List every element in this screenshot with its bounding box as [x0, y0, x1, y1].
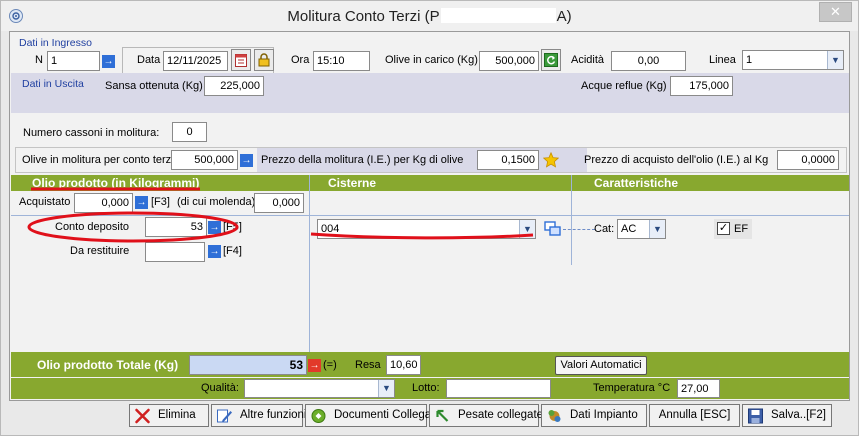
documenti-collegati-label: Documenti Collegati — [334, 409, 437, 421]
salva-button[interactable]: Salva..[F2] — [742, 404, 832, 427]
close-x-icon — [135, 408, 150, 424]
save-icon — [748, 408, 763, 424]
elimina-button[interactable]: Elimina — [129, 404, 209, 427]
window: Molitura Conto Terzi (P A) ✕ Dati in Ingr… — [0, 0, 859, 436]
pesate-collegate-label: Pesate collegate — [458, 409, 544, 421]
plant-icon — [548, 410, 561, 422]
underline-cisterna — [310, 232, 534, 240]
dati-impianto-button[interactable]: Dati Impianto — [541, 404, 647, 427]
altre-funzioni-button[interactable]: Altre funzioni — [211, 404, 307, 427]
elimina-label: Elimina — [158, 409, 196, 421]
documents-icon — [311, 409, 326, 423]
dati-impianto-label: Dati Impianto — [570, 409, 638, 421]
altre-funzioni-label: Altre funzioni — [240, 409, 307, 421]
salva-label: Salva..[F2] — [771, 409, 826, 421]
annulla-label: Annulla [ESC] — [658, 409, 731, 421]
documenti-collegati-button[interactable]: Documenti Collegati — [305, 404, 437, 427]
pesate-collegate-button[interactable]: Pesate collegate — [429, 404, 543, 427]
edit-icon — [217, 409, 232, 423]
scale-icon — [436, 409, 449, 422]
annotation-overlay — [27, 187, 534, 243]
circle-conto-deposito — [27, 211, 239, 243]
annulla-button[interactable]: Annulla [ESC] — [649, 404, 740, 427]
